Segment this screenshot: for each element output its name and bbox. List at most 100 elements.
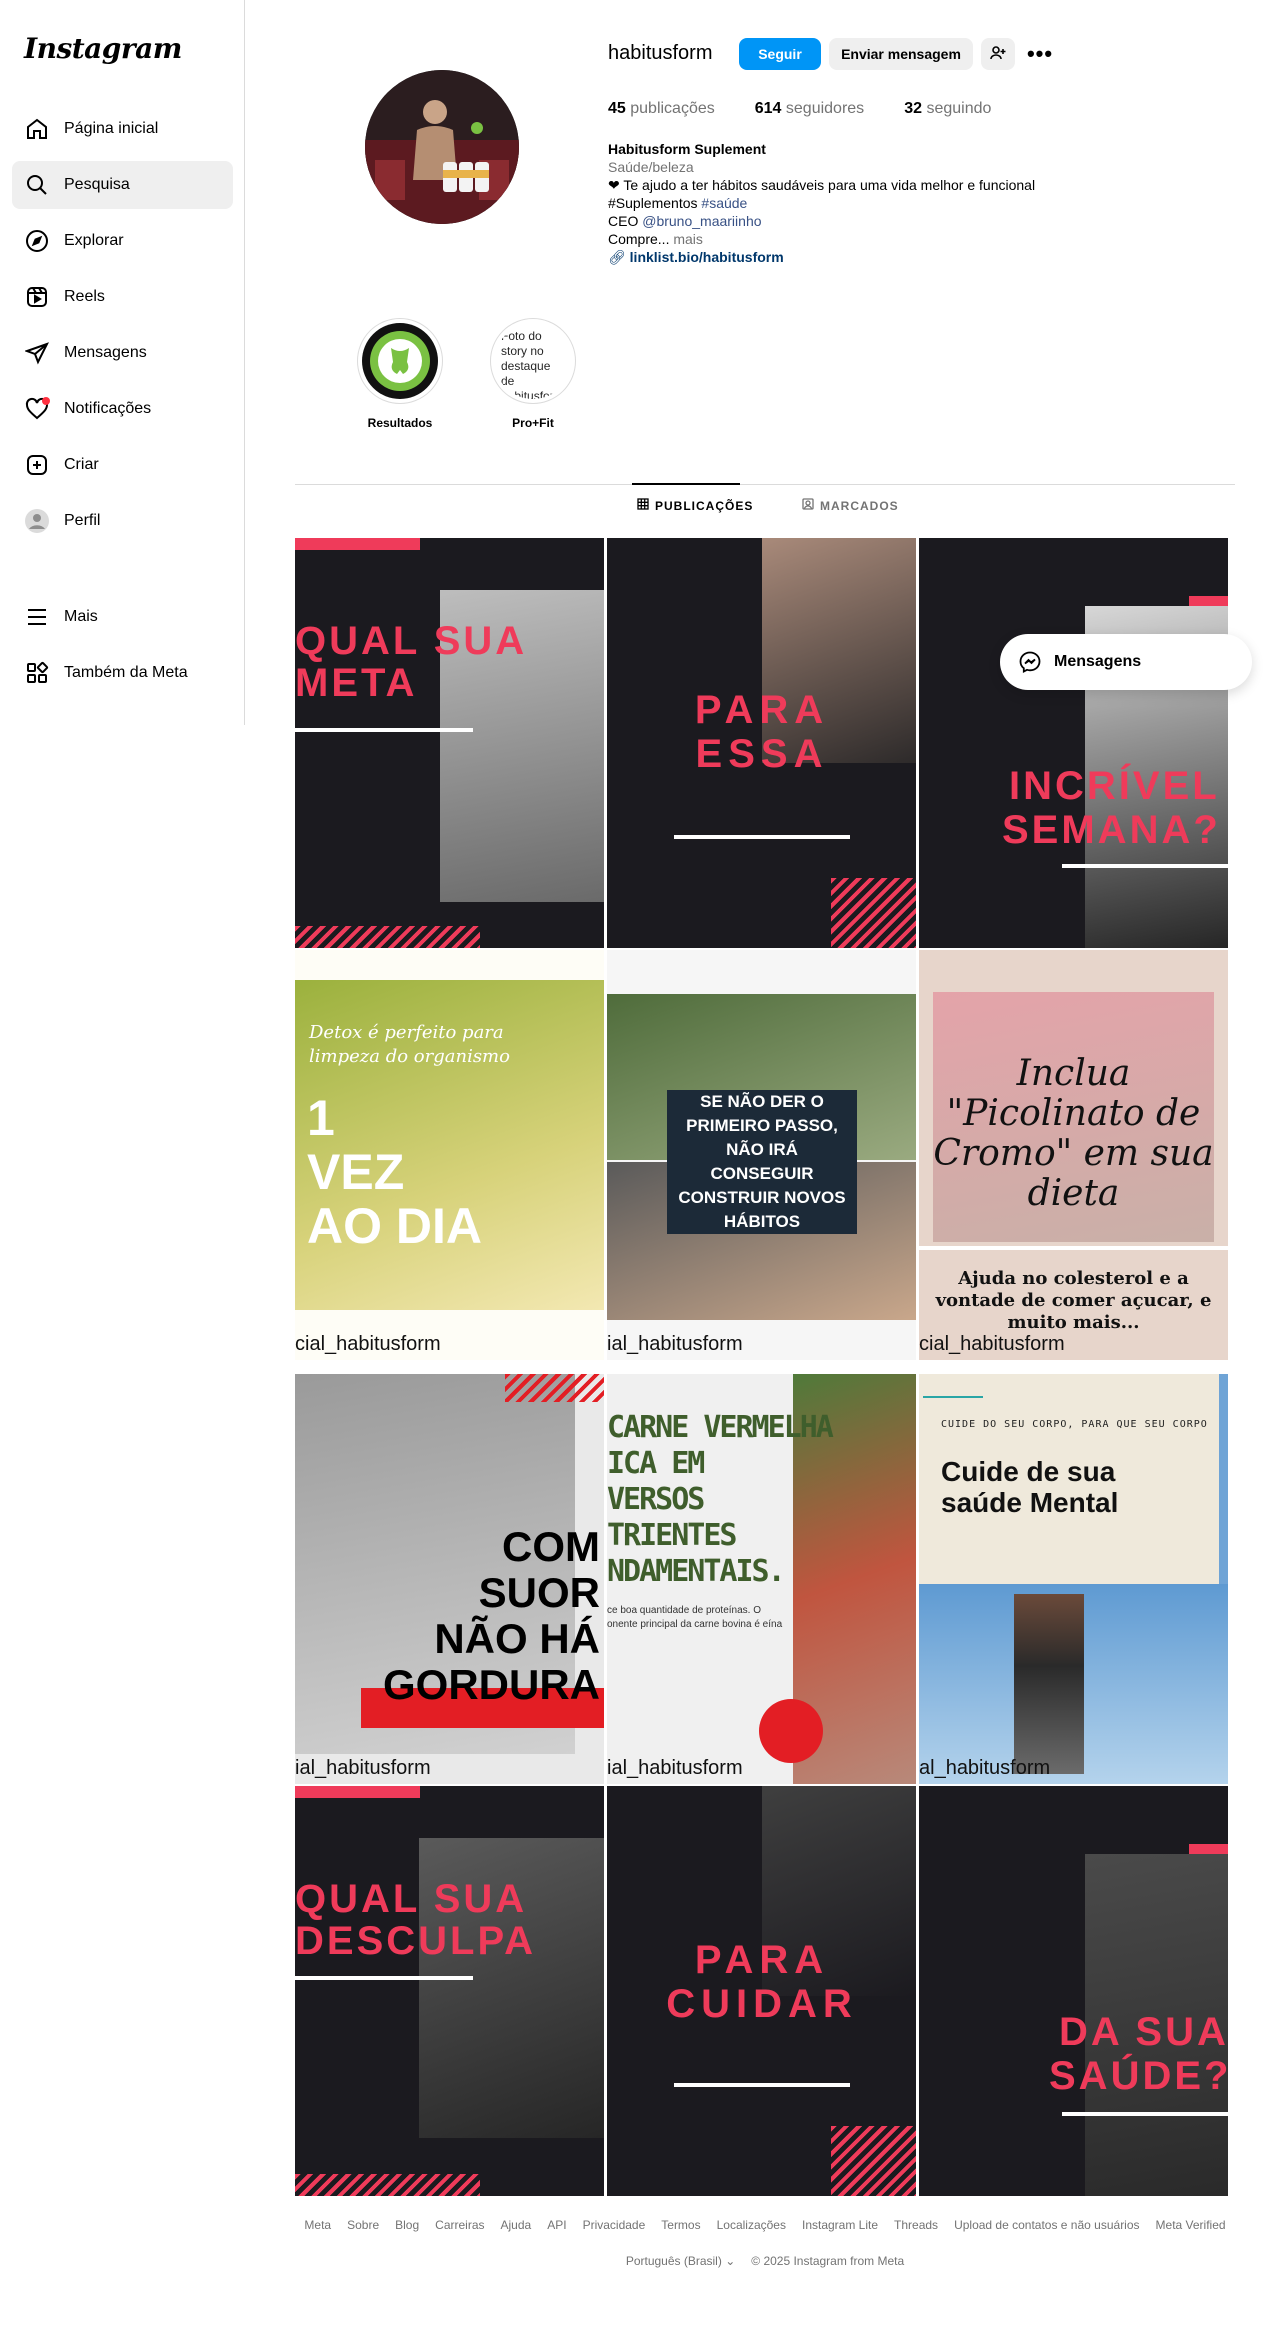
bio-line: Compre... mais bbox=[608, 231, 703, 247]
options-button[interactable]: ••• bbox=[1023, 38, 1057, 70]
menu-icon bbox=[24, 604, 50, 630]
sidebar-item-label: Perfil bbox=[64, 512, 101, 529]
tagged-icon bbox=[802, 498, 814, 513]
footer-link[interactable]: Meta Verified bbox=[1156, 2218, 1226, 2232]
highlight-label: Pro+Fit bbox=[512, 416, 554, 430]
active-tab-indicator bbox=[632, 483, 740, 485]
footer-links: Meta Sobre Blog Carreiras Ajuda API Priv… bbox=[295, 2218, 1235, 2232]
sidebar-item-more[interactable]: Mais bbox=[12, 593, 233, 641]
suggested-users-button[interactable] bbox=[981, 38, 1015, 70]
post-tile[interactable]: CARNE VERMELHA ICA EM VERSOS TRIENTES ND… bbox=[607, 1374, 916, 1784]
sidebar-item-messages[interactable]: Mensagens bbox=[12, 329, 233, 377]
post-watermark: ial_habitusform bbox=[607, 1333, 743, 1355]
sidebar-item-profile[interactable]: Perfil bbox=[12, 497, 233, 545]
footer-link[interactable]: Meta bbox=[304, 2218, 331, 2232]
follow-button[interactable]: Seguir bbox=[739, 38, 821, 70]
highlight-resultados[interactable]: Resultados bbox=[355, 318, 445, 430]
sidebar-item-label: Mensagens bbox=[64, 344, 147, 361]
profile-avatar[interactable] bbox=[365, 70, 519, 224]
highlight-label: Resultados bbox=[367, 416, 433, 430]
post-tile[interactable]: PARA CUIDAR bbox=[607, 1786, 916, 2196]
messages-floating-button[interactable]: Mensagens bbox=[1000, 634, 1252, 690]
highlight-cover bbox=[362, 323, 438, 399]
footer-link[interactable]: Threads bbox=[894, 2218, 938, 2232]
footer-bottom: Português (Brasil) ⌄ © 2025 Instagram fr… bbox=[295, 2254, 1235, 2268]
footer-link[interactable]: Carreiras bbox=[435, 2218, 484, 2232]
tab-posts[interactable]: PUBLICAÇÕES bbox=[637, 498, 753, 513]
post-tile[interactable]: PARA ESSA bbox=[607, 538, 916, 948]
language-selector[interactable]: Português (Brasil) ⌄ bbox=[626, 2254, 735, 2268]
chevron-down-icon: ⌄ bbox=[725, 2254, 736, 2268]
post-watermark: ial_habitusform bbox=[295, 1757, 431, 1779]
hashtag-link[interactable]: #saúde bbox=[701, 195, 747, 211]
plus-square-icon bbox=[24, 452, 50, 478]
bio-external-link[interactable]: 🔗︎ linklist.bio/habitusform bbox=[608, 248, 1168, 266]
post-tile[interactable]: INCRÍVEL SEMANA? bbox=[919, 538, 1228, 948]
post-watermark: cial_habitusform bbox=[919, 1333, 1065, 1355]
post-tile[interactable]: CUIDE DO SEU CORPO, PARA QUE SEU CORPO C… bbox=[919, 1374, 1228, 1784]
followers-stat[interactable]: 614 seguidores bbox=[755, 100, 864, 118]
posts-grid: QUAL SUA META PARA ESSA INCRÍVEL SEMANA?… bbox=[295, 538, 1229, 2196]
post-tile[interactable]: Detox é perfeito para limpeza do organis… bbox=[295, 950, 604, 1360]
mention-link[interactable]: @bruno_maariinho bbox=[642, 213, 761, 229]
search-icon bbox=[24, 172, 50, 198]
footer-link[interactable]: Upload de contatos e não usuários bbox=[954, 2218, 1139, 2232]
sidebar-item-also-from-meta[interactable]: Também da Meta bbox=[12, 649, 233, 697]
sidebar: Instagram Página inicial Pesquisa Explor… bbox=[0, 0, 245, 725]
bio-line: #Suplementos #saúde bbox=[608, 195, 748, 211]
footer-link[interactable]: Privacidade bbox=[583, 2218, 646, 2232]
send-message-button[interactable]: Enviar mensagem bbox=[829, 38, 973, 70]
sidebar-item-create[interactable]: Criar bbox=[12, 441, 233, 489]
sidebar-item-notifications[interactable]: Notificações bbox=[12, 385, 233, 433]
sidebar-item-home[interactable]: Página inicial bbox=[12, 105, 233, 153]
posts-stat[interactable]: 45 publicações bbox=[608, 100, 715, 118]
footer-link[interactable]: Instagram Lite bbox=[802, 2218, 878, 2232]
sidebar-item-label: Criar bbox=[64, 456, 99, 473]
sidebar-item-label: Explorar bbox=[64, 232, 124, 249]
post-watermark: ial_habitusform bbox=[607, 1757, 743, 1779]
sidebar-item-search[interactable]: Pesquisa bbox=[12, 161, 233, 209]
sidebar-item-explore[interactable]: Explorar bbox=[12, 217, 233, 265]
grid-icon bbox=[637, 498, 649, 513]
post-watermark: al_habitusform bbox=[919, 1757, 1051, 1779]
profile-bio: Habitusform Suplement Saúde/beleza ❤ Te … bbox=[608, 140, 1168, 266]
footer-link[interactable]: Ajuda bbox=[501, 2218, 532, 2232]
heart-icon bbox=[24, 396, 50, 422]
send-icon bbox=[24, 340, 50, 366]
instagram-logo[interactable]: Instagram bbox=[24, 32, 182, 65]
compass-icon bbox=[24, 228, 50, 254]
profile-stats: 45 publicações 614 seguidores 32 seguind… bbox=[608, 100, 991, 118]
bio-more-link[interactable]: mais bbox=[673, 231, 703, 247]
post-tile[interactable]: COM SUOR NÃO HÁ GORDURA ial_habitusform bbox=[295, 1374, 604, 1784]
bio-line: ❤ Te ajudo a ter hábitos saudáveis para … bbox=[608, 177, 1036, 193]
footer-link[interactable]: Localizações bbox=[717, 2218, 786, 2232]
notification-dot bbox=[42, 397, 50, 405]
footer-link[interactable]: Blog bbox=[395, 2218, 419, 2232]
footer-link[interactable]: Termos bbox=[661, 2218, 700, 2232]
footer-link[interactable]: API bbox=[547, 2218, 566, 2232]
sidebar-item-label: Também da Meta bbox=[64, 664, 188, 681]
tab-tagged[interactable]: MARCADOS bbox=[802, 498, 899, 513]
profile-header: habitusform Seguir Enviar mensagem ••• 4… bbox=[295, 0, 1235, 470]
reels-icon bbox=[24, 284, 50, 310]
post-tile[interactable]: QUAL SUA DESCULPA bbox=[295, 1786, 604, 2196]
avatar-icon bbox=[24, 508, 50, 534]
profile-username: habitusform bbox=[608, 42, 713, 64]
sidebar-item-label: Reels bbox=[64, 288, 105, 305]
messenger-icon bbox=[1018, 650, 1042, 674]
bio-line: CEO @bruno_maariinho bbox=[608, 213, 762, 229]
post-tile[interactable]: SE NÃO DER O PRIMEIRO PASSO, NÃO IRÁ CON… bbox=[607, 950, 916, 1360]
following-stat[interactable]: 32 seguindo bbox=[904, 100, 991, 118]
post-tile[interactable]: DA SUA SAÚDE? bbox=[919, 1786, 1228, 2196]
post-tile[interactable]: Inclua "Picolinato de Cromo" em sua diet… bbox=[919, 950, 1228, 1360]
more-dots-icon: ••• bbox=[1026, 41, 1054, 66]
sidebar-item-label: Notificações bbox=[64, 400, 152, 417]
highlight-profit[interactable]: Foto do story no destaque de habitusform… bbox=[488, 318, 578, 430]
post-tile[interactable]: QUAL SUA META bbox=[295, 538, 604, 948]
copyright: © 2025 Instagram from Meta bbox=[751, 2254, 905, 2268]
sidebar-item-reels[interactable]: Reels bbox=[12, 273, 233, 321]
footer-link[interactable]: Sobre bbox=[347, 2218, 379, 2232]
home-icon bbox=[24, 116, 50, 142]
post-watermark: cial_habitusform bbox=[295, 1333, 441, 1355]
post-caption-box: SE NÃO DER O PRIMEIRO PASSO, NÃO IRÁ CON… bbox=[667, 1090, 857, 1234]
